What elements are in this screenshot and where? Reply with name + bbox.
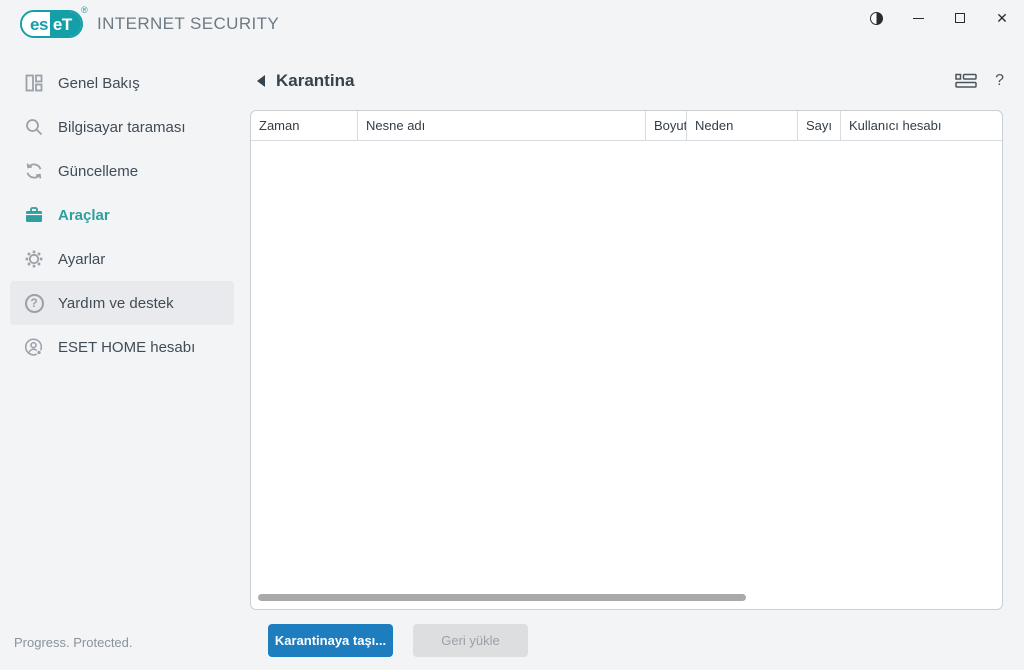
details-view-icon[interactable] — [955, 73, 977, 89]
sidebar-item-eset-home-account[interactable]: ESET HOME hesabı — [10, 325, 234, 369]
maximize-button[interactable] — [952, 10, 968, 26]
sidebar-item-label: Yardım ve destek — [58, 294, 174, 312]
help-icon[interactable]: ? — [995, 72, 1004, 90]
overview-icon — [24, 73, 44, 93]
back-arrow-icon — [257, 75, 265, 87]
column-header-size[interactable]: Boyut — [646, 111, 687, 140]
window-controls: ✕ — [868, 0, 1010, 36]
search-icon — [24, 117, 44, 137]
footer-buttons: Karantinaya taşı... Geri yükle — [268, 624, 528, 657]
quarantine-table-panel: Zaman Nesne adı Boyut Neden Sayı Kullanı… — [250, 110, 1003, 610]
product-name: INTERNET SECURITY — [97, 14, 280, 33]
sidebar-item-overview[interactable]: Genel Bakış — [10, 61, 234, 105]
sidebar-item-computer-scan[interactable]: Bilgisayar taraması — [10, 105, 234, 149]
restore-button[interactable]: Geri yükle — [413, 624, 528, 657]
close-button[interactable]: ✕ — [994, 10, 1010, 26]
registered-mark: ® — [81, 5, 88, 15]
content-header: Karantina ? — [250, 64, 1004, 98]
contrast-toggle-icon[interactable] — [868, 10, 884, 26]
account-icon — [24, 337, 44, 357]
briefcase-icon — [24, 205, 44, 225]
help-icon: ? — [24, 293, 44, 313]
eset-logo: es eT ® — [20, 5, 88, 38]
refresh-icon — [24, 161, 44, 181]
sidebar-item-update[interactable]: Güncelleme — [10, 149, 234, 193]
sidebar-item-label: Genel Bakış — [58, 74, 140, 92]
column-header-count[interactable]: Sayı — [798, 111, 841, 140]
eset-logo-pill: es eT ® — [20, 5, 88, 38]
minimize-button[interactable] — [910, 10, 926, 26]
sidebar-item-label: Bilgisayar taraması — [58, 118, 186, 136]
sidebar-item-tools[interactable]: Araçlar — [10, 193, 234, 237]
back-button[interactable] — [250, 70, 272, 92]
sidebar-item-help-support[interactable]: ? Yardım ve destek — [10, 281, 234, 325]
eset-logo-text-left: es — [22, 12, 50, 36]
sidebar-item-settings[interactable]: Ayarlar — [10, 237, 234, 281]
column-header-time[interactable]: Zaman — [251, 111, 358, 140]
sidebar-item-label: ESET HOME hesabı — [58, 338, 196, 356]
page-title: Karantina — [276, 71, 355, 90]
status-text: Progress. Protected. — [14, 635, 133, 650]
horizontal-scrollbar-thumb[interactable] — [258, 594, 746, 601]
table-header-row: Zaman Nesne adı Boyut Neden Sayı Kullanı… — [251, 111, 1002, 141]
gear-icon — [24, 249, 44, 269]
eset-logo-text-right: eT — [49, 12, 81, 36]
move-to-quarantine-button[interactable]: Karantinaya taşı... — [268, 624, 393, 657]
sidebar: Genel Bakış Bilgisayar taraması Güncelle… — [0, 61, 244, 369]
table-body-empty — [251, 141, 1002, 571]
sidebar-item-label: Ayarlar — [58, 250, 106, 268]
column-header-object-name[interactable]: Nesne adı — [358, 111, 646, 140]
column-header-reason[interactable]: Neden — [687, 111, 798, 140]
column-header-user-account[interactable]: Kullanıcı hesabı — [841, 111, 1002, 140]
sidebar-item-label: Güncelleme — [58, 162, 139, 180]
sidebar-item-label: Araçlar — [58, 206, 110, 224]
